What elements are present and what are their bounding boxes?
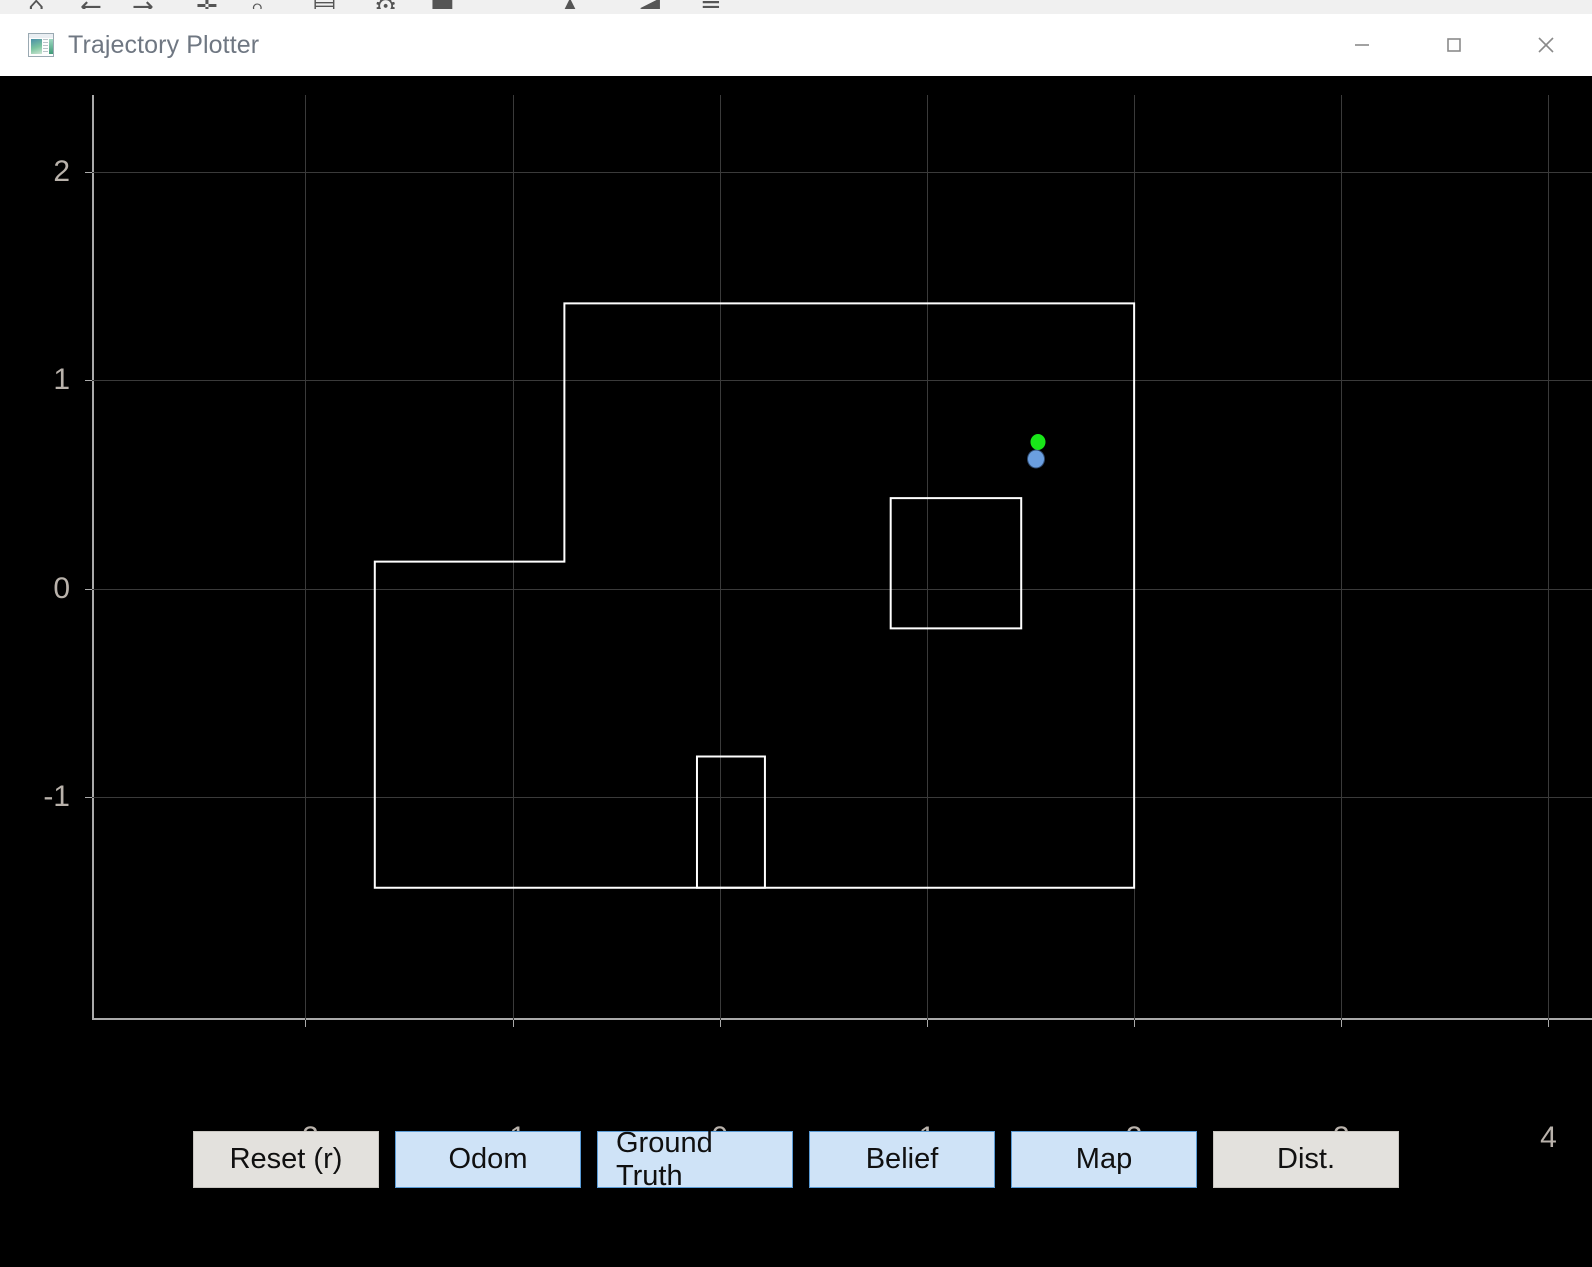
forward-arrow-icon[interactable]: → — [132, 0, 154, 9]
plot-figure: -2-101234-1012 — [0, 76, 1592, 1267]
x-tick — [305, 1020, 307, 1027]
axes-edit-icon[interactable]: ⚙ — [374, 0, 397, 9]
occupancy-map-outline — [373, 302, 1136, 889]
window-title: Trajectory Plotter — [68, 30, 260, 59]
x-tick — [1548, 1020, 1550, 1027]
x-tick — [719, 1020, 721, 1027]
close-button[interactable] — [1500, 14, 1592, 76]
belief-button[interactable]: Belief — [809, 1131, 995, 1188]
ground-truth-button[interactable]: Ground Truth — [597, 1127, 793, 1192]
dist-button[interactable]: Dist. — [1213, 1131, 1399, 1188]
lower-rectangle-obstacle — [695, 755, 766, 889]
y-tick — [85, 797, 92, 799]
matplotlib-toolbar[interactable]: ⌂ ← → ✛ ⌕ ▤ ⚙ ■ ▲ ◀ ≡ — [0, 0, 1592, 15]
odom-button[interactable]: Odom — [395, 1131, 581, 1188]
x-tick — [1341, 1020, 1343, 1027]
chart-window-icon — [28, 33, 54, 57]
reset-button[interactable]: Reset (r) — [193, 1131, 379, 1188]
marker-icon[interactable]: ▲ — [560, 0, 580, 9]
x-tick — [512, 1020, 514, 1027]
x-tick — [1134, 1020, 1136, 1027]
save-icon[interactable]: ■ — [430, 0, 455, 9]
zoom-rect-icon[interactable]: ⌕ — [250, 0, 265, 9]
belief-marker — [1027, 450, 1044, 468]
back-arrow-icon[interactable]: ← — [80, 0, 102, 9]
y-tick — [85, 588, 92, 590]
inner-square-obstacle — [889, 497, 1023, 630]
y-tick-label: 1 — [53, 363, 70, 397]
window-title-bar: Trajectory Plotter — [0, 14, 1592, 77]
y-tick-label: -1 — [43, 780, 70, 814]
y-tick-label: 0 — [53, 571, 70, 605]
home-icon[interactable]: ⌂ — [28, 0, 45, 9]
y-tick — [85, 380, 92, 382]
map-button[interactable]: Map — [1011, 1131, 1197, 1188]
ground-truth-marker — [1030, 433, 1046, 450]
minimize-button[interactable] — [1316, 14, 1408, 76]
control-button-row: Reset (r) Odom Ground Truth Belief Map Dist. — [0, 1127, 1592, 1193]
triangle-icon[interactable]: ◀ — [640, 0, 660, 9]
window-controls — [1316, 14, 1592, 76]
subplot-config-icon[interactable]: ▤ — [312, 0, 337, 9]
maximize-button[interactable] — [1408, 14, 1500, 76]
trajectory-plot-axes[interactable]: -2-101234-1012 — [43, 95, 1592, 1154]
legend-icon[interactable]: ≡ — [700, 0, 722, 9]
y-tick-label: 2 — [53, 155, 70, 189]
x-tick — [926, 1020, 928, 1027]
y-tick — [85, 172, 92, 174]
pan-icon[interactable]: ✛ — [196, 0, 218, 9]
